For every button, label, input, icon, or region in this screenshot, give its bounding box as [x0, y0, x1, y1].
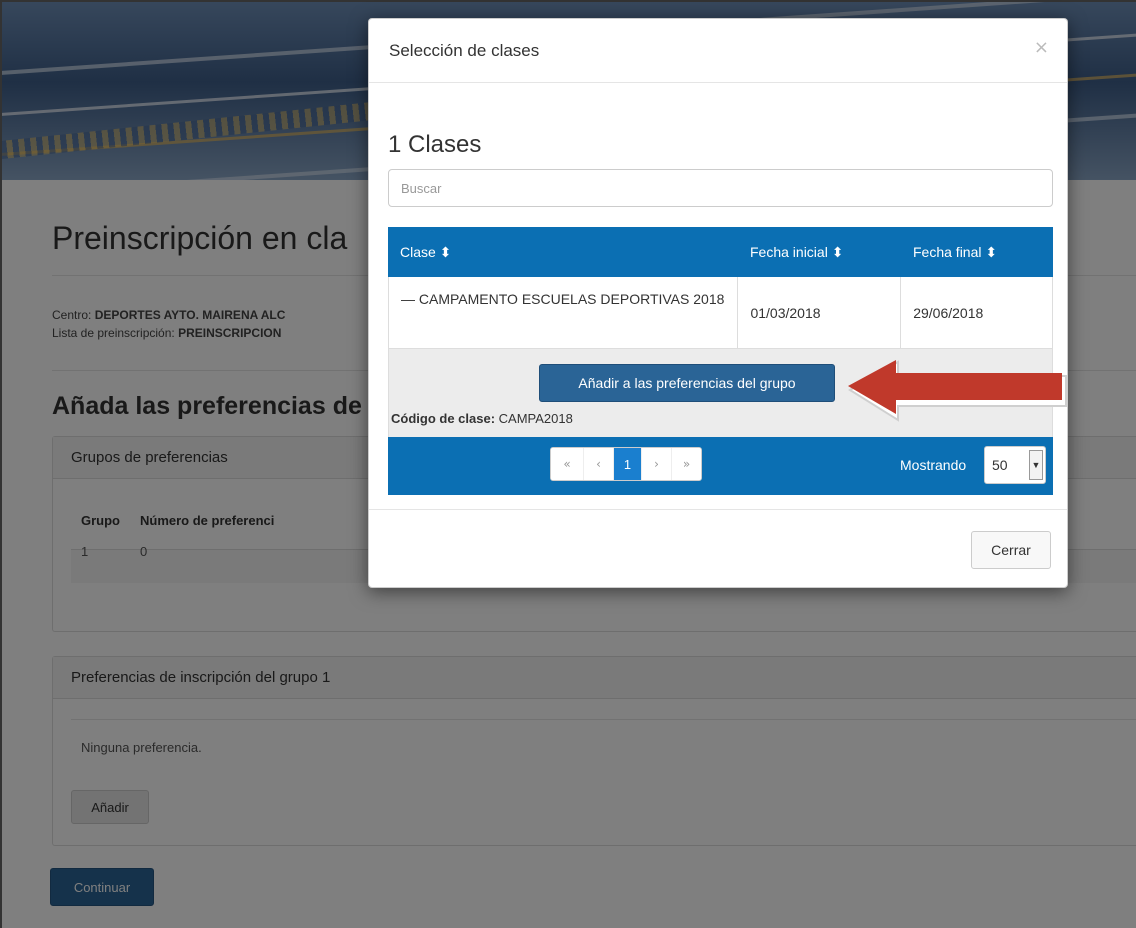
next-page-button[interactable]: › [641, 448, 671, 480]
page-size-select[interactable]: 50 ▼ [984, 446, 1046, 484]
search-input[interactable] [388, 169, 1053, 207]
page-1-button[interactable]: 1 [613, 448, 641, 480]
col-fecha-final-sort[interactable]: Fecha final ⬍ [901, 227, 1053, 277]
add-to-preferences-button[interactable]: Añadir a las preferencias del grupo [539, 364, 835, 402]
close-icon[interactable]: × [1034, 37, 1049, 58]
caret-down-icon: ▼ [1029, 450, 1043, 480]
cell-clase: — CAMPAMENTO ESCUELAS DEPORTIVAS 2018 [389, 277, 739, 349]
table-row[interactable]: — CAMPAMENTO ESCUELAS DEPORTIVAS 2018 01… [388, 277, 1053, 349]
col-clase-sort[interactable]: Clase ⬍ [388, 227, 738, 277]
table-footer: « ‹ 1 › » Mostrando 50 ▼ [388, 437, 1053, 495]
class-code-label: Código de clase: [391, 411, 496, 426]
pagination: « ‹ 1 › » [550, 447, 702, 481]
cell-fecha-inicial: 01/03/2018 [738, 277, 902, 349]
class-code: Código de clase: CAMPA2018 [391, 411, 573, 426]
class-count: 1 Clases [388, 131, 482, 158]
page-size-value: 50 [992, 457, 1008, 473]
close-button[interactable]: Cerrar [971, 531, 1051, 569]
col-fecha-inicial-sort[interactable]: Fecha inicial ⬍ [738, 227, 901, 277]
table-header: Clase ⬍ Fecha inicial ⬍ Fecha final ⬍ [388, 227, 1053, 277]
modal-header: Selección de clases [369, 19, 1067, 83]
prev-page-button[interactable]: ‹ [583, 448, 613, 480]
class-selection-modal: Selección de clases × 1 Clases Clase ⬍ F… [368, 18, 1068, 588]
showing-label: Mostrando [900, 457, 967, 473]
cell-fecha-final: 29/06/2018 [901, 277, 1053, 349]
last-page-button[interactable]: » [671, 448, 701, 480]
modal-title: Selección de clases [389, 41, 540, 60]
class-code-value: CAMPA2018 [498, 411, 573, 426]
first-page-button[interactable]: « [551, 448, 583, 480]
arrow-left-icon [848, 360, 1067, 422]
